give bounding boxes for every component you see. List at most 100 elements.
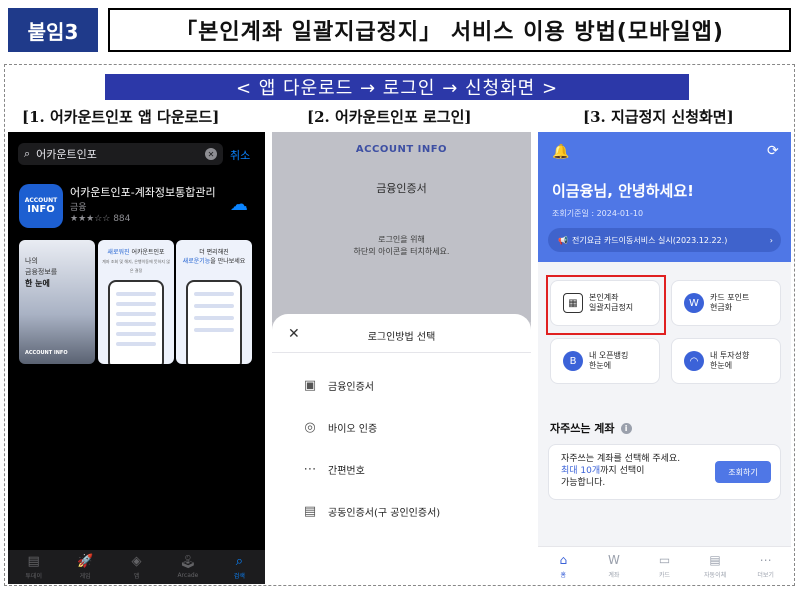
greeting: 이금융님, 안녕하세요! <box>552 182 694 200</box>
cancel-button[interactable]: 취소 <box>230 147 250 163</box>
fav-line3: 가능합니다. <box>561 478 606 488</box>
notice-text: 전기요금 카드이동서비스 실시(2023.12.22.) <box>571 235 728 245</box>
app-category: 금융 <box>70 203 87 213</box>
login-message-line1: 로그인을 위해 <box>378 235 425 244</box>
tab-label: 검색 <box>233 573 245 580</box>
caption-step2: [2. 어카운트인포 로그인] <box>307 108 472 126</box>
tab-games[interactable]: 🚀 게임 <box>59 550 110 584</box>
search-icon: ⌕ <box>24 147 31 160</box>
tab-label: Arcade <box>177 572 199 579</box>
highlight-box <box>546 275 666 335</box>
tab-label: 앱 <box>133 573 140 580</box>
search-input[interactable]: ⌕ 어카운트인포 <box>18 143 223 165</box>
tab-label: 자동이체 <box>704 571 727 579</box>
login-message: 로그인을 위해 하단의 아이콘을 터치하세요. <box>272 234 531 258</box>
shot3-line2: 새로운기능 <box>182 258 211 265</box>
rocket-icon: 🚀 <box>77 554 94 569</box>
tab-today[interactable]: ▤ 투데이 <box>8 550 59 584</box>
login-method-sheet: ✕ 로그인방법 선택 ▣ 금융인증서 ◎ 바이오 인증 ⋯ 간편번호 ▤ 공동인… <box>272 314 531 584</box>
fingerprint-icon: ◎ <box>304 420 316 435</box>
tab-arcade[interactable]: 🕹 Arcade <box>162 550 213 584</box>
screenshot-app-store: ⌕ 어카운트인포 ✕ 취소 ACCOUNT INFO 어카운트인포-계좌정보통합… <box>8 132 265 584</box>
info-icon[interactable]: i <box>620 422 632 434</box>
tab-more[interactable]: ⋯ 더보기 <box>740 547 791 584</box>
shot2-line1: 새로워진 <box>107 249 130 256</box>
more-icon: ⋯ <box>759 552 772 567</box>
method-label: 간편번호 <box>328 466 365 477</box>
card-open-banking[interactable]: B 내 오픈뱅킹 한눈에 <box>550 338 660 384</box>
download-cloud-icon[interactable]: ☁ <box>230 194 248 215</box>
shot1-line2: 금융정보를 <box>25 268 58 276</box>
shot1-line1: 나의 <box>25 257 38 265</box>
lookup-button[interactable]: 조회하기 <box>715 461 771 483</box>
login-method-bio[interactable]: ◎ 바이오 인증 <box>302 420 377 435</box>
card-label-line1: 카드 포인트 <box>710 293 750 302</box>
login-method-financial-cert[interactable]: ▣ 금융인증서 <box>302 378 374 393</box>
method-label: 공동인증서(구 공인인증서) <box>328 508 441 519</box>
tab-apps[interactable]: ◈ 앱 <box>111 550 162 584</box>
shot1-line3: 한 눈에 <box>25 279 50 288</box>
layers-icon: ◈ <box>131 554 142 569</box>
fav-line2: 까지 선택이 <box>600 466 645 476</box>
favorite-accounts-title: 자주쓰는 계좌 i <box>550 420 632 436</box>
tab-card[interactable]: ▭ 카드 <box>639 547 690 584</box>
card-card-points[interactable]: W 카드 포인트 현금화 <box>671 280 781 326</box>
home-tab-bar: ⌂ 홈 W 계좌 ▭ 카드 ▤ 자동이체 ⋯ 더보기 <box>538 546 791 584</box>
shot1-footer: ACCOUNT INFO <box>25 350 68 356</box>
points-coin-icon: W <box>684 293 704 313</box>
tab-label: 더보기 <box>757 571 774 579</box>
sheet-title: 로그인방법 선택 <box>367 332 436 343</box>
tab-account[interactable]: W 계좌 <box>589 547 640 584</box>
query-date: 조회기준일 : 2024-01-10 <box>552 209 644 218</box>
brand-label: ACCOUNT INFO <box>355 144 448 155</box>
login-method-joint-cert[interactable]: ▤ 공동인증서(구 공인인증서) <box>302 504 440 519</box>
clear-icon[interactable]: ✕ <box>205 148 217 160</box>
card-label-line1: 내 오픈뱅킹 <box>589 351 629 360</box>
caption-step1: [1. 어카운트인포 앱 다운로드] <box>22 108 220 126</box>
tab-home[interactable]: ⌂ 홈 <box>538 547 589 584</box>
favorite-accounts-box: 자주쓰는 계좌를 선택해 주세요. 최대 10개까지 선택이 가능합니다. 조회… <box>548 444 781 500</box>
app-rating: ★★★☆☆ 884 <box>70 214 131 224</box>
tab-label: 카드 <box>658 571 670 579</box>
card-investment-profile[interactable]: ◠ 내 투자성향 한눈에 <box>671 338 781 384</box>
refresh-icon[interactable]: ⟳ <box>767 143 779 159</box>
cert-label: 금융인증서 <box>376 182 427 195</box>
document-icon: ▤ <box>303 504 317 519</box>
shot3-line1: 더 편리해진 <box>199 249 229 256</box>
method-label: 금융인증서 <box>328 382 374 393</box>
shot2-line2: 어카운트인포 <box>131 249 165 256</box>
appendix-tag: 붙임3 <box>8 8 98 52</box>
steps-banner: < 앱 다운로드 → 로그인 → 신청화면 > <box>105 74 689 100</box>
fav-line1: 자주쓰는 계좌를 선택해 주세요. <box>561 454 681 464</box>
login-method-pin[interactable]: ⋯ 간편번호 <box>302 462 365 477</box>
divider <box>272 352 531 353</box>
notice-banner[interactable]: 📢 전기요금 카드이동서비스 실시(2023.12.22.) › <box>548 228 781 252</box>
open-banking-icon: B <box>563 351 583 371</box>
today-icon: ▤ <box>27 554 40 569</box>
fav-title-text: 자주쓰는 계좌 <box>550 422 615 435</box>
tab-search[interactable]: ⌕ 검색 <box>214 550 265 584</box>
app-name[interactable]: 어카운트인포-계좌정보통합관리 <box>70 184 216 200</box>
card-label-line2: 한눈에 <box>710 361 733 370</box>
favorite-accounts-text: 자주쓰는 계좌를 선택해 주세요. 최대 10개까지 선택이 가능합니다. <box>561 453 711 489</box>
search-icon: ⌕ <box>235 554 243 569</box>
card-icon: ▭ <box>658 552 671 567</box>
card-label-line1: 내 투자성향 <box>710 351 750 360</box>
app-icon[interactable]: ACCOUNT INFO <box>19 184 63 228</box>
card-label-line2: 한눈에 <box>589 361 612 370</box>
login-background <box>272 132 531 322</box>
tab-label: 게임 <box>79 573 91 580</box>
app-store-tab-bar: ▤ 투데이 🚀 게임 ◈ 앱 🕹 Arcade ⌕ 검색 <box>8 550 265 584</box>
pin-icon: ⋯ <box>303 462 317 477</box>
login-message-line2: 하단의 아이콘을 터치하세요. <box>353 247 450 256</box>
app-screenshot-3: 더 편리해진 새로운기능을 만나보세요 <box>176 240 252 364</box>
screenshot-app-home: 🔔 ⟳ 이금융님, 안녕하세요! 조회기준일 : 2024-01-10 📢 전기… <box>538 132 791 584</box>
search-value: 어카운트인포 <box>36 148 97 161</box>
transfer-icon: ▤ <box>709 552 721 567</box>
bell-icon[interactable]: 🔔 <box>552 144 569 160</box>
card-label-line2: 현금화 <box>710 303 733 312</box>
phone-mockup <box>108 280 164 364</box>
megaphone-icon: 📢 <box>558 235 568 245</box>
account-icon: W <box>607 552 620 567</box>
tab-auto-transfer[interactable]: ▤ 자동이체 <box>690 547 741 584</box>
